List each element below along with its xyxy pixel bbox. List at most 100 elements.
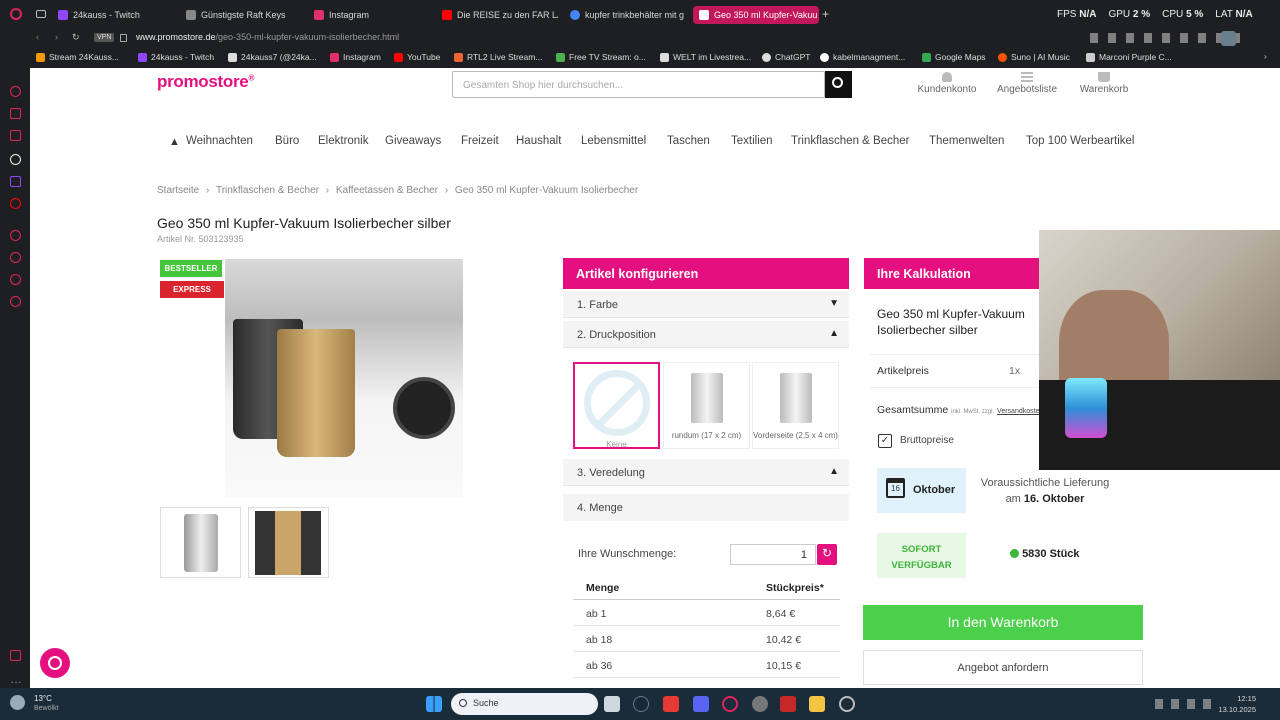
task-view-icon[interactable] <box>604 696 620 712</box>
sidebar-more-icon[interactable]: … <box>10 672 22 686</box>
bookmarks-bar: Stream 24Kauss... 24kauss - Twitch 24kau… <box>0 48 1280 68</box>
tab-promostore[interactable]: Geo 350 ml Kupfer-Vakuu <box>693 6 819 24</box>
steam-icon[interactable] <box>633 696 649 712</box>
sidebar-downloads-icon[interactable] <box>10 274 21 285</box>
sidebar-mail-icon[interactable] <box>10 130 21 141</box>
quantity-input[interactable]: 1 <box>730 544 816 565</box>
print-option-vorderseite[interactable]: Vorderseite (2,5 x 4 cm) <box>752 362 839 449</box>
section-farbe[interactable]: 1. Farbe ▼ <box>563 291 849 318</box>
app-discord-icon[interactable] <box>693 696 709 712</box>
sidebar-history-icon[interactable] <box>10 230 21 241</box>
extensions-icons[interactable] <box>1090 33 1240 43</box>
nav-elektronik[interactable]: Elektronik <box>318 135 369 147</box>
bookmark-google-maps[interactable]: Google Maps <box>922 52 986 62</box>
profile-avatar[interactable] <box>1221 31 1236 46</box>
section-druckposition[interactable]: 2. Druckposition ▲ <box>563 321 849 348</box>
breadcrumb-home[interactable]: Startseite <box>157 185 199 196</box>
nav-haushalt[interactable]: Haushalt <box>516 135 561 147</box>
chevron-up-icon: ▲ <box>829 328 839 339</box>
sidebar-tiktok-icon[interactable] <box>10 154 21 165</box>
print-option-rundum[interactable]: rundum (17 x 2 cm) <box>663 362 750 449</box>
calc-price-row: Artikelpreis 1x <box>870 354 1050 388</box>
tab-overview-icon[interactable] <box>36 10 46 18</box>
vpn-badge[interactable]: VPN <box>94 33 115 42</box>
header-quote-list[interactable]: Angebotsliste <box>992 72 1062 95</box>
nav-weihnachten[interactable]: Weihnachten <box>186 135 253 147</box>
breadcrumb-trinkflaschen[interactable]: Trinkflaschen & Becher <box>216 185 319 196</box>
app-red-icon[interactable] <box>663 696 679 712</box>
bookmark-free-tv[interactable]: Free TV Stream: o... <box>556 52 646 62</box>
tab-raft-keys[interactable]: Günstigste Raft Keys <box>180 6 304 24</box>
add-to-cart-button[interactable]: In den Warenkorb <box>863 605 1143 640</box>
nav-freizeit[interactable]: Freizeit <box>461 135 499 147</box>
app-game-icon[interactable] <box>780 696 796 712</box>
print-option-none[interactable]: Keine <box>573 362 660 449</box>
section-menge[interactable]: 4. Menge <box>563 494 849 521</box>
chatgpt-icon <box>762 52 771 62</box>
thumbnail-silver[interactable] <box>160 507 241 578</box>
thumbnail-copper[interactable] <box>248 507 329 578</box>
shipping-link[interactable]: Versandkosten <box>997 408 1043 415</box>
nav-textilien[interactable]: Textilien <box>731 135 773 147</box>
taskbar-search[interactable]: Suche <box>451 693 598 715</box>
calc-total: Gesamtsumme inkl. MwSt. zzgl. Versandkos… <box>877 404 1044 416</box>
sidebar-aria-icon[interactable] <box>10 108 21 119</box>
section-veredelung[interactable]: 3. Veredelung ▲ <box>563 459 849 486</box>
bookmark-24kauss7[interactable]: 24kauss7 (@24ka... <box>228 52 317 62</box>
bookmark-suno[interactable]: Suno | AI Music <box>998 52 1070 62</box>
sidebar-twitch-icon[interactable] <box>10 176 21 187</box>
bookmark-marconi[interactable]: Marconi Purple C... <box>1086 52 1172 62</box>
nav-lebensmittel[interactable]: Lebensmittel <box>581 135 646 147</box>
bookmark-twitch[interactable]: 24kauss - Twitch <box>138 52 214 62</box>
search-box[interactable]: Gesamten Shop hier durchsuchen... <box>452 71 825 98</box>
settings-icon[interactable] <box>839 696 855 712</box>
explorer-icon[interactable] <box>809 696 825 712</box>
bookmark-welt[interactable]: WELT im Livestrea... <box>660 52 751 62</box>
refresh-quantity-button[interactable]: ↻ <box>817 544 837 565</box>
weather-widget[interactable]: 13°C Bewölkt <box>10 692 70 716</box>
header-account[interactable]: Kundenkonto <box>914 72 980 95</box>
chat-widget-button[interactable] <box>40 648 70 678</box>
reload-icon[interactable]: ↻ <box>72 32 80 43</box>
start-icon[interactable] <box>426 696 442 712</box>
back-icon[interactable]: ‹ <box>36 32 39 42</box>
search-button[interactable] <box>825 71 852 98</box>
opera-logo-icon[interactable] <box>10 8 22 20</box>
sidebar-clock-icon[interactable] <box>10 252 21 263</box>
nav-top100[interactable]: Top 100 Werbeartikel <box>1026 135 1134 147</box>
sidebar-messenger-icon[interactable] <box>10 86 21 97</box>
bookmark-chatgpt[interactable]: ChatGPT <box>762 52 810 62</box>
tab-twitch[interactable]: 24kauss - Twitch <box>52 6 174 24</box>
nav-trinkflaschen[interactable]: Trinkflaschen & Becher <box>791 135 909 147</box>
tab-instagram[interactable]: Instagram <box>308 6 432 24</box>
bookmark-rtl2[interactable]: RTL2 Live Stream... <box>454 52 542 62</box>
more-bookmarks-icon[interactable]: › <box>1264 51 1267 61</box>
nav-giveaways[interactable]: Giveaways <box>385 135 441 147</box>
nav-themenwelten[interactable]: Themenwelten <box>929 135 1004 147</box>
bookmark-instagram[interactable]: Instagram <box>330 52 381 62</box>
nav-buero[interactable]: Büro <box>275 135 299 147</box>
mouse-app-icon[interactable] <box>752 696 768 712</box>
bookmark-kabelmanagement[interactable]: kabelmanagment... <box>820 52 905 62</box>
sidebar-youtube-icon[interactable] <box>10 198 21 209</box>
tab-google[interactable]: kupfer trinkbehälter mit g <box>564 6 688 24</box>
sidebar-settings-icon[interactable] <box>10 296 21 307</box>
product-image[interactable] <box>225 259 463 498</box>
site-logo[interactable]: promostore® <box>157 72 254 92</box>
sidebar-gx-icon[interactable] <box>10 650 21 661</box>
opera-taskbar-icon[interactable] <box>722 696 738 712</box>
brutto-checkbox[interactable]: ✓ <box>878 434 892 448</box>
nav-taschen[interactable]: Taschen <box>667 135 710 147</box>
webcam-overlay <box>1039 230 1280 470</box>
tray-icons[interactable] <box>1155 699 1215 709</box>
bookmark-youtube[interactable]: YouTube <box>394 52 440 62</box>
forward-icon[interactable]: › <box>55 32 58 42</box>
breadcrumb-kaffeetassen[interactable]: Kaffeetassen & Becher <box>336 185 438 196</box>
url-field[interactable]: www.promostore.de/geo-350-ml-kupfer-vaku… <box>136 32 399 42</box>
new-tab-button[interactable]: + <box>822 7 829 21</box>
request-offer-button[interactable]: Angebot anfordern <box>863 650 1143 685</box>
bookmark-stream[interactable]: Stream 24Kauss... <box>36 52 119 62</box>
tab-youtube[interactable]: Die REISE zu den FAR LAN <box>436 6 558 24</box>
clock[interactable]: 12:15 13.10.2025 <box>1212 693 1256 715</box>
header-cart[interactable]: Warenkorb <box>1076 72 1132 95</box>
